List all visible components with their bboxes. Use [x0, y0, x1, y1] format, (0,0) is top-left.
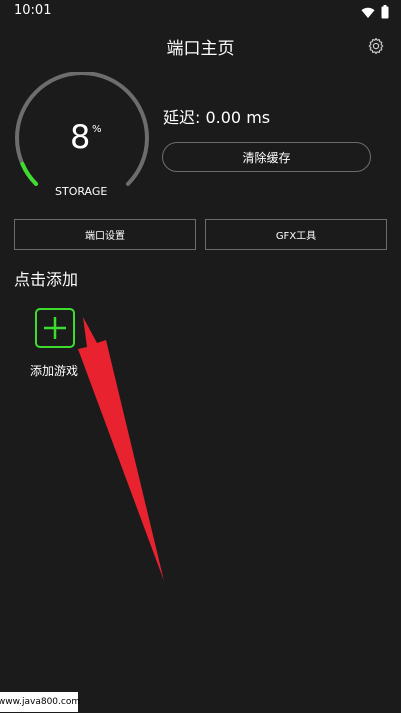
- storage-percent-unit: %: [92, 124, 102, 135]
- battery-icon: [381, 4, 389, 23]
- watermark: www.java800.com: [0, 692, 80, 712]
- status-icons: [361, 4, 389, 23]
- arrow-shape: [78, 317, 164, 581]
- wifi-icon: [361, 4, 375, 23]
- storage-percent-value: 8: [70, 118, 91, 156]
- status-time: 10:01: [14, 3, 52, 18]
- gauge-fill: [20, 161, 39, 186]
- add-game-label: 添加游戏: [30, 364, 79, 378]
- port-settings-button[interactable]: 端口设置: [14, 219, 196, 250]
- gear-icon: [368, 37, 384, 55]
- settings-button[interactable]: [367, 37, 385, 55]
- section-title: 点击添加: [14, 270, 79, 289]
- add-game-button[interactable]: [35, 308, 75, 348]
- gfx-tool-button[interactable]: GFX工具: [205, 219, 387, 250]
- clear-cache-button[interactable]: 清除缓存: [162, 142, 371, 172]
- latency-text: 延迟: 0.00 ms: [163, 108, 271, 127]
- status-bar: 10:01: [0, 0, 401, 24]
- storage-label: STORAGE: [55, 185, 108, 198]
- plus-icon: [44, 317, 66, 339]
- page-title: 端口主页: [166, 39, 235, 59]
